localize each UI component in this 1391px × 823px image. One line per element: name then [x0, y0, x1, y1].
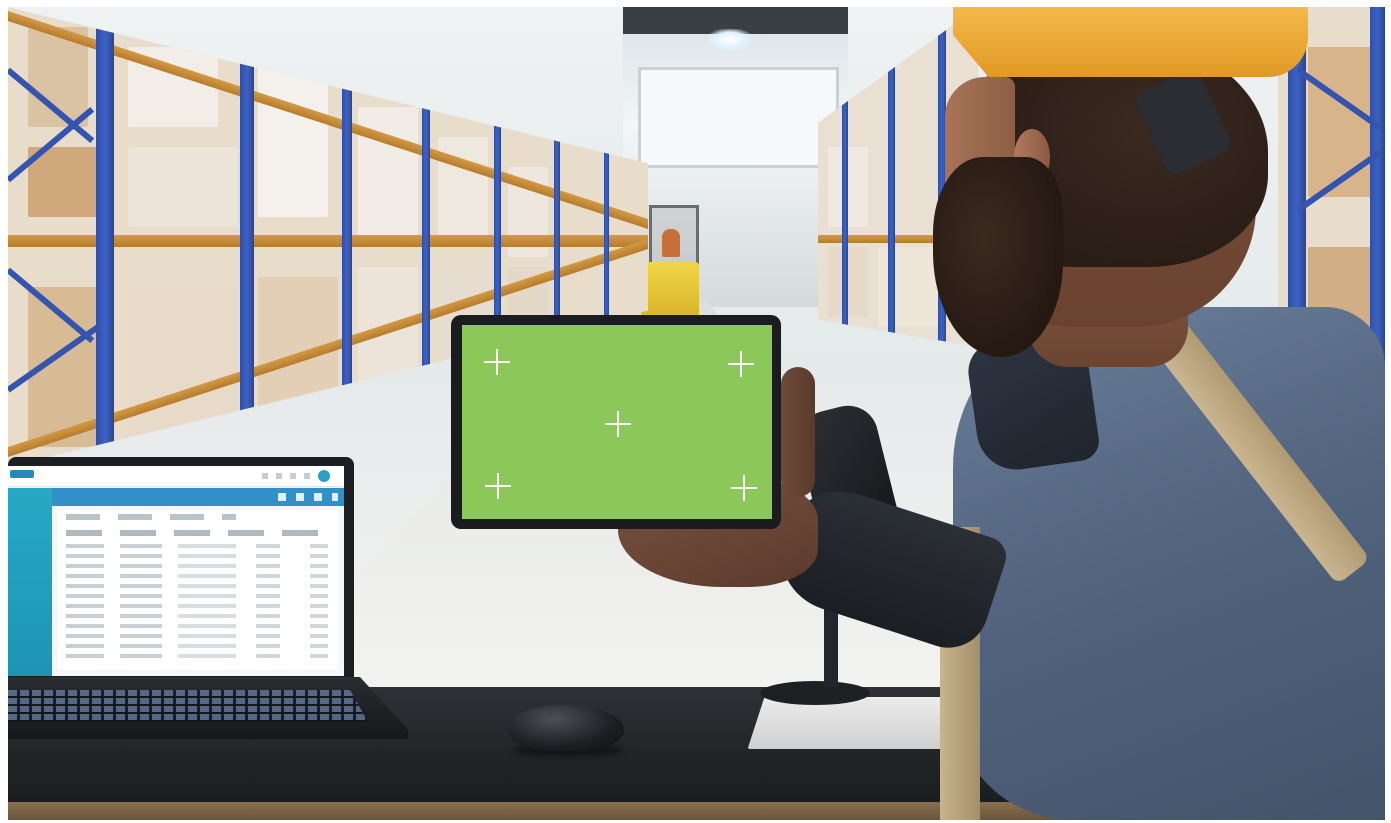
warehouse-photo	[8, 7, 1385, 820]
crosshair-icon	[728, 351, 754, 377]
dashboard-sidebar	[8, 488, 52, 676]
table-row	[66, 634, 330, 638]
rack-upright	[240, 7, 254, 467]
cardboard-box	[828, 147, 868, 227]
table-row	[66, 654, 330, 658]
header-icons	[278, 493, 338, 501]
laptop-keyboard-rows	[8, 690, 368, 722]
table-row	[66, 604, 330, 608]
table-row	[66, 644, 330, 648]
table-tabs	[66, 514, 236, 520]
rack-upright	[342, 7, 352, 467]
table-row	[66, 564, 330, 568]
back-window	[638, 67, 839, 168]
cardboard-box	[878, 117, 928, 227]
tablet-green-screen	[462, 325, 772, 519]
computer-mouse	[508, 705, 624, 751]
dashboard-table	[58, 510, 338, 670]
table-row	[66, 544, 330, 548]
dashboard-topbar	[8, 466, 344, 487]
paper-stack	[747, 697, 965, 749]
crosshair-icon	[484, 349, 510, 375]
cardboard-box	[128, 147, 238, 227]
worker-thumb	[781, 367, 815, 497]
avatar	[318, 470, 330, 482]
worker-beard	[933, 157, 1063, 357]
cardboard-box	[128, 287, 238, 437]
cardboard-box	[258, 67, 328, 217]
table-row	[66, 614, 330, 618]
crosshair-icon	[605, 411, 631, 437]
table-row	[66, 624, 330, 628]
crosshair-icon	[485, 473, 511, 499]
cardboard-box	[358, 107, 418, 237]
ceiling-light	[708, 29, 752, 51]
rack-upright	[96, 7, 114, 467]
table-row	[66, 594, 330, 598]
table-row	[66, 574, 330, 578]
forklift-driver	[662, 229, 680, 257]
dashboard-header-bar	[8, 488, 344, 506]
table-row	[66, 584, 330, 588]
crosshair-icon	[731, 475, 757, 501]
cardboard-box	[828, 247, 868, 317]
cardboard-box	[878, 247, 938, 327]
table-row	[66, 554, 330, 558]
laptop-screen	[8, 466, 344, 676]
rack-upright	[888, 7, 895, 347]
forklift	[641, 262, 699, 317]
rack-upright	[422, 7, 430, 467]
table-header	[66, 530, 330, 536]
toolbar-icons	[262, 473, 310, 479]
hardhat	[953, 7, 1308, 77]
scanner-stand-base	[760, 681, 870, 705]
app-logo	[10, 470, 34, 478]
